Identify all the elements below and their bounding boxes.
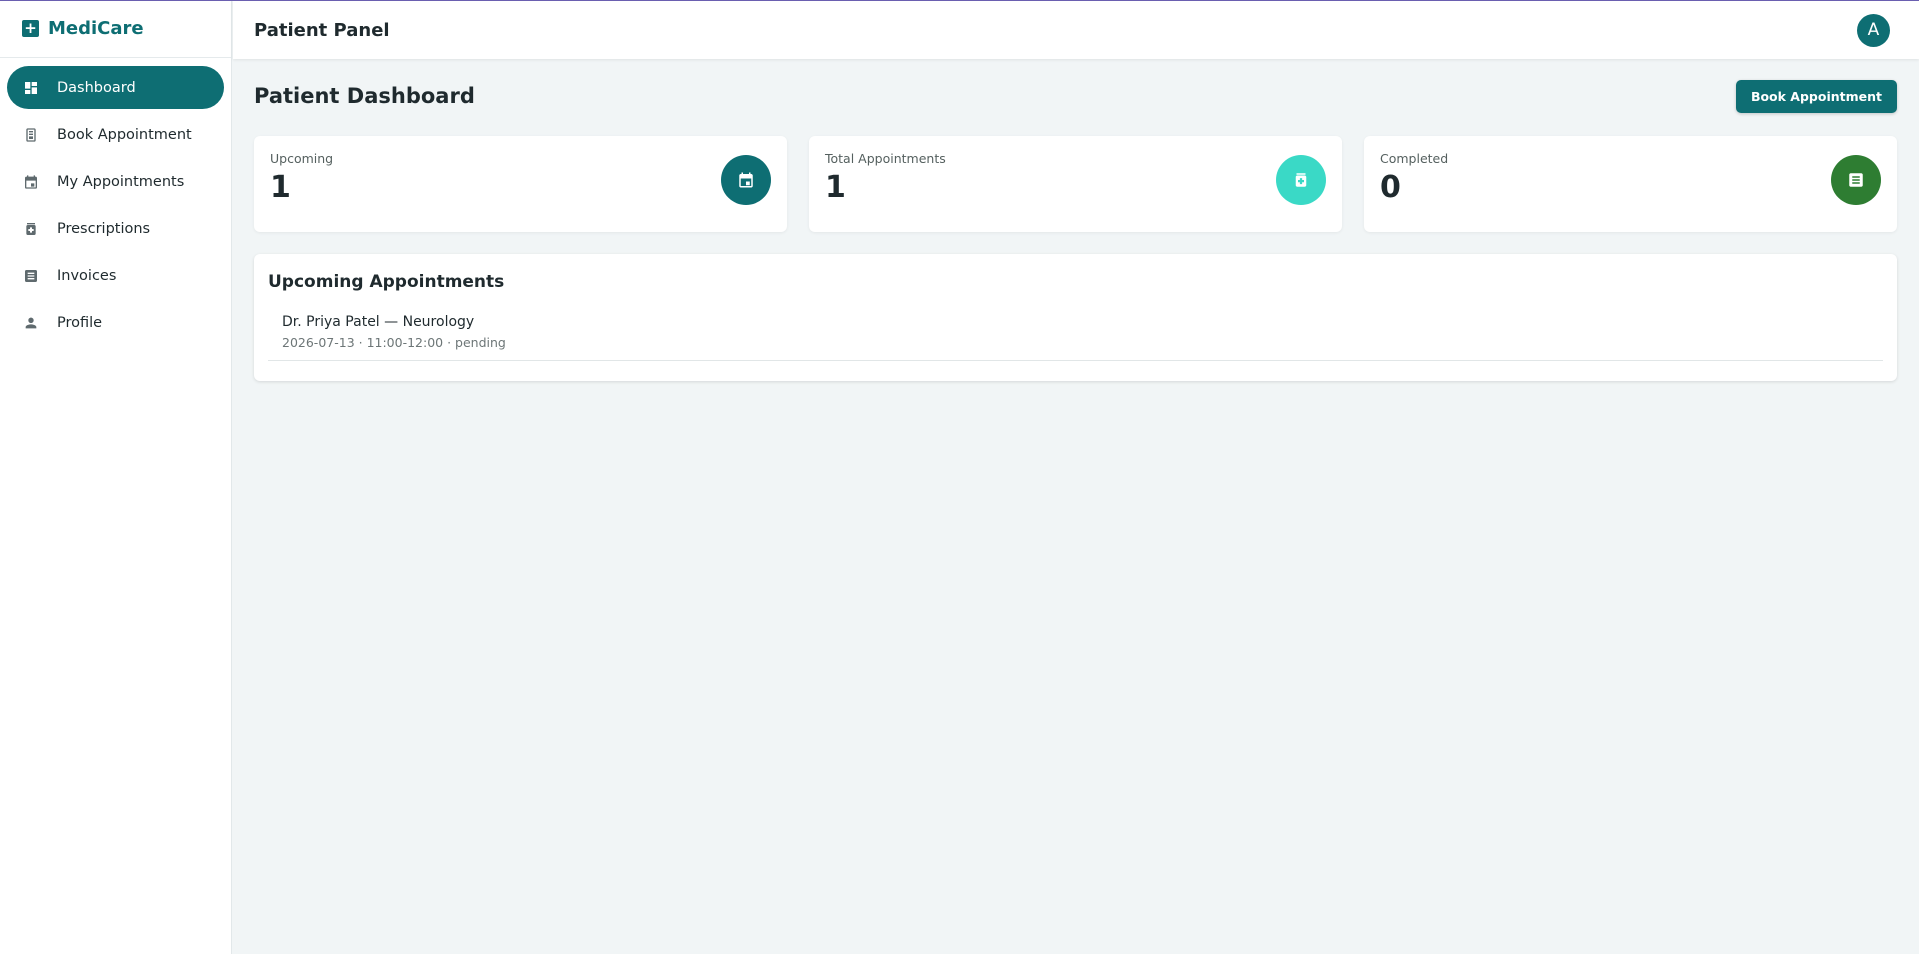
sidebar-item-label: Profile xyxy=(57,314,103,331)
stat-label: Total Appointments xyxy=(825,151,946,166)
medication-icon xyxy=(1276,155,1326,205)
page-title: Patient Dashboard xyxy=(254,84,475,108)
stat-card-upcoming: Upcoming 1 xyxy=(254,136,787,232)
book-appointment-button[interactable]: Book Appointment xyxy=(1735,79,1897,113)
header-title: Patient Panel xyxy=(254,19,390,41)
appointment-doctor: Dr. Priya Patel — Neurology xyxy=(282,314,475,330)
sidebar-item-label: Prescriptions xyxy=(57,220,151,237)
stat-value: 1 xyxy=(825,170,846,205)
sidebar-item-invoices[interactable]: Invoices xyxy=(7,254,224,297)
stat-value: 0 xyxy=(1380,170,1401,205)
stat-label: Completed xyxy=(1380,151,1449,166)
page-header: Patient Dashboard Book Appointment xyxy=(254,60,1897,132)
list-icon xyxy=(23,268,39,284)
stat-value: 1 xyxy=(270,170,291,205)
sidebar-item-label: Invoices xyxy=(57,267,117,284)
sidebar: + MediCare Dashboard Book Appointment My… xyxy=(0,0,232,954)
sidebar-item-my-appointments[interactable]: My Appointments xyxy=(7,160,224,203)
sidebar-item-profile[interactable]: Profile xyxy=(7,301,224,344)
stat-card-completed: Completed 0 xyxy=(1364,136,1897,232)
sidebar-item-prescriptions[interactable]: Prescriptions xyxy=(7,207,224,250)
stat-card-total-appointments: Total Appointments 1 xyxy=(809,136,1342,232)
calendar-icon xyxy=(721,155,771,205)
brand[interactable]: + MediCare xyxy=(0,0,231,58)
brand-name: MediCare xyxy=(48,18,144,39)
clipboard-icon xyxy=(23,127,39,143)
stats-row: Upcoming 1 Total Appointments 1 Complete… xyxy=(254,136,1897,232)
list-icon xyxy=(1831,155,1881,205)
sidebar-item-label: Dashboard xyxy=(57,79,136,96)
stat-label: Upcoming xyxy=(270,151,334,166)
main-content: Patient Dashboard Book Appointment Upcom… xyxy=(254,60,1897,381)
sidebar-item-dashboard[interactable]: Dashboard xyxy=(7,66,224,109)
section-title: Upcoming Appointments xyxy=(268,272,505,292)
dashboard-icon xyxy=(23,80,39,96)
top-header: Patient Panel A xyxy=(233,1,1919,59)
sidebar-item-book-appointment[interactable]: Book Appointment xyxy=(7,113,224,156)
medication-icon xyxy=(23,221,39,237)
sidebar-item-label: My Appointments xyxy=(57,173,185,190)
calendar-icon xyxy=(23,174,39,190)
appointment-details: 2026-07-13 · 11:00-12:00 · pending xyxy=(282,335,506,350)
upcoming-appointments-card: Upcoming Appointments Dr. Priya Patel — … xyxy=(254,254,1897,381)
list-item[interactable]: Dr. Priya Patel — Neurology 2026-07-13 ·… xyxy=(268,314,1883,361)
avatar[interactable]: A xyxy=(1857,13,1890,47)
plus-cross-icon: + xyxy=(22,20,39,37)
person-icon xyxy=(23,315,39,331)
sidebar-nav: Dashboard Book Appointment My Appointmen… xyxy=(0,58,231,344)
sidebar-item-label: Book Appointment xyxy=(57,126,192,143)
top-accent-line xyxy=(0,0,1919,1)
